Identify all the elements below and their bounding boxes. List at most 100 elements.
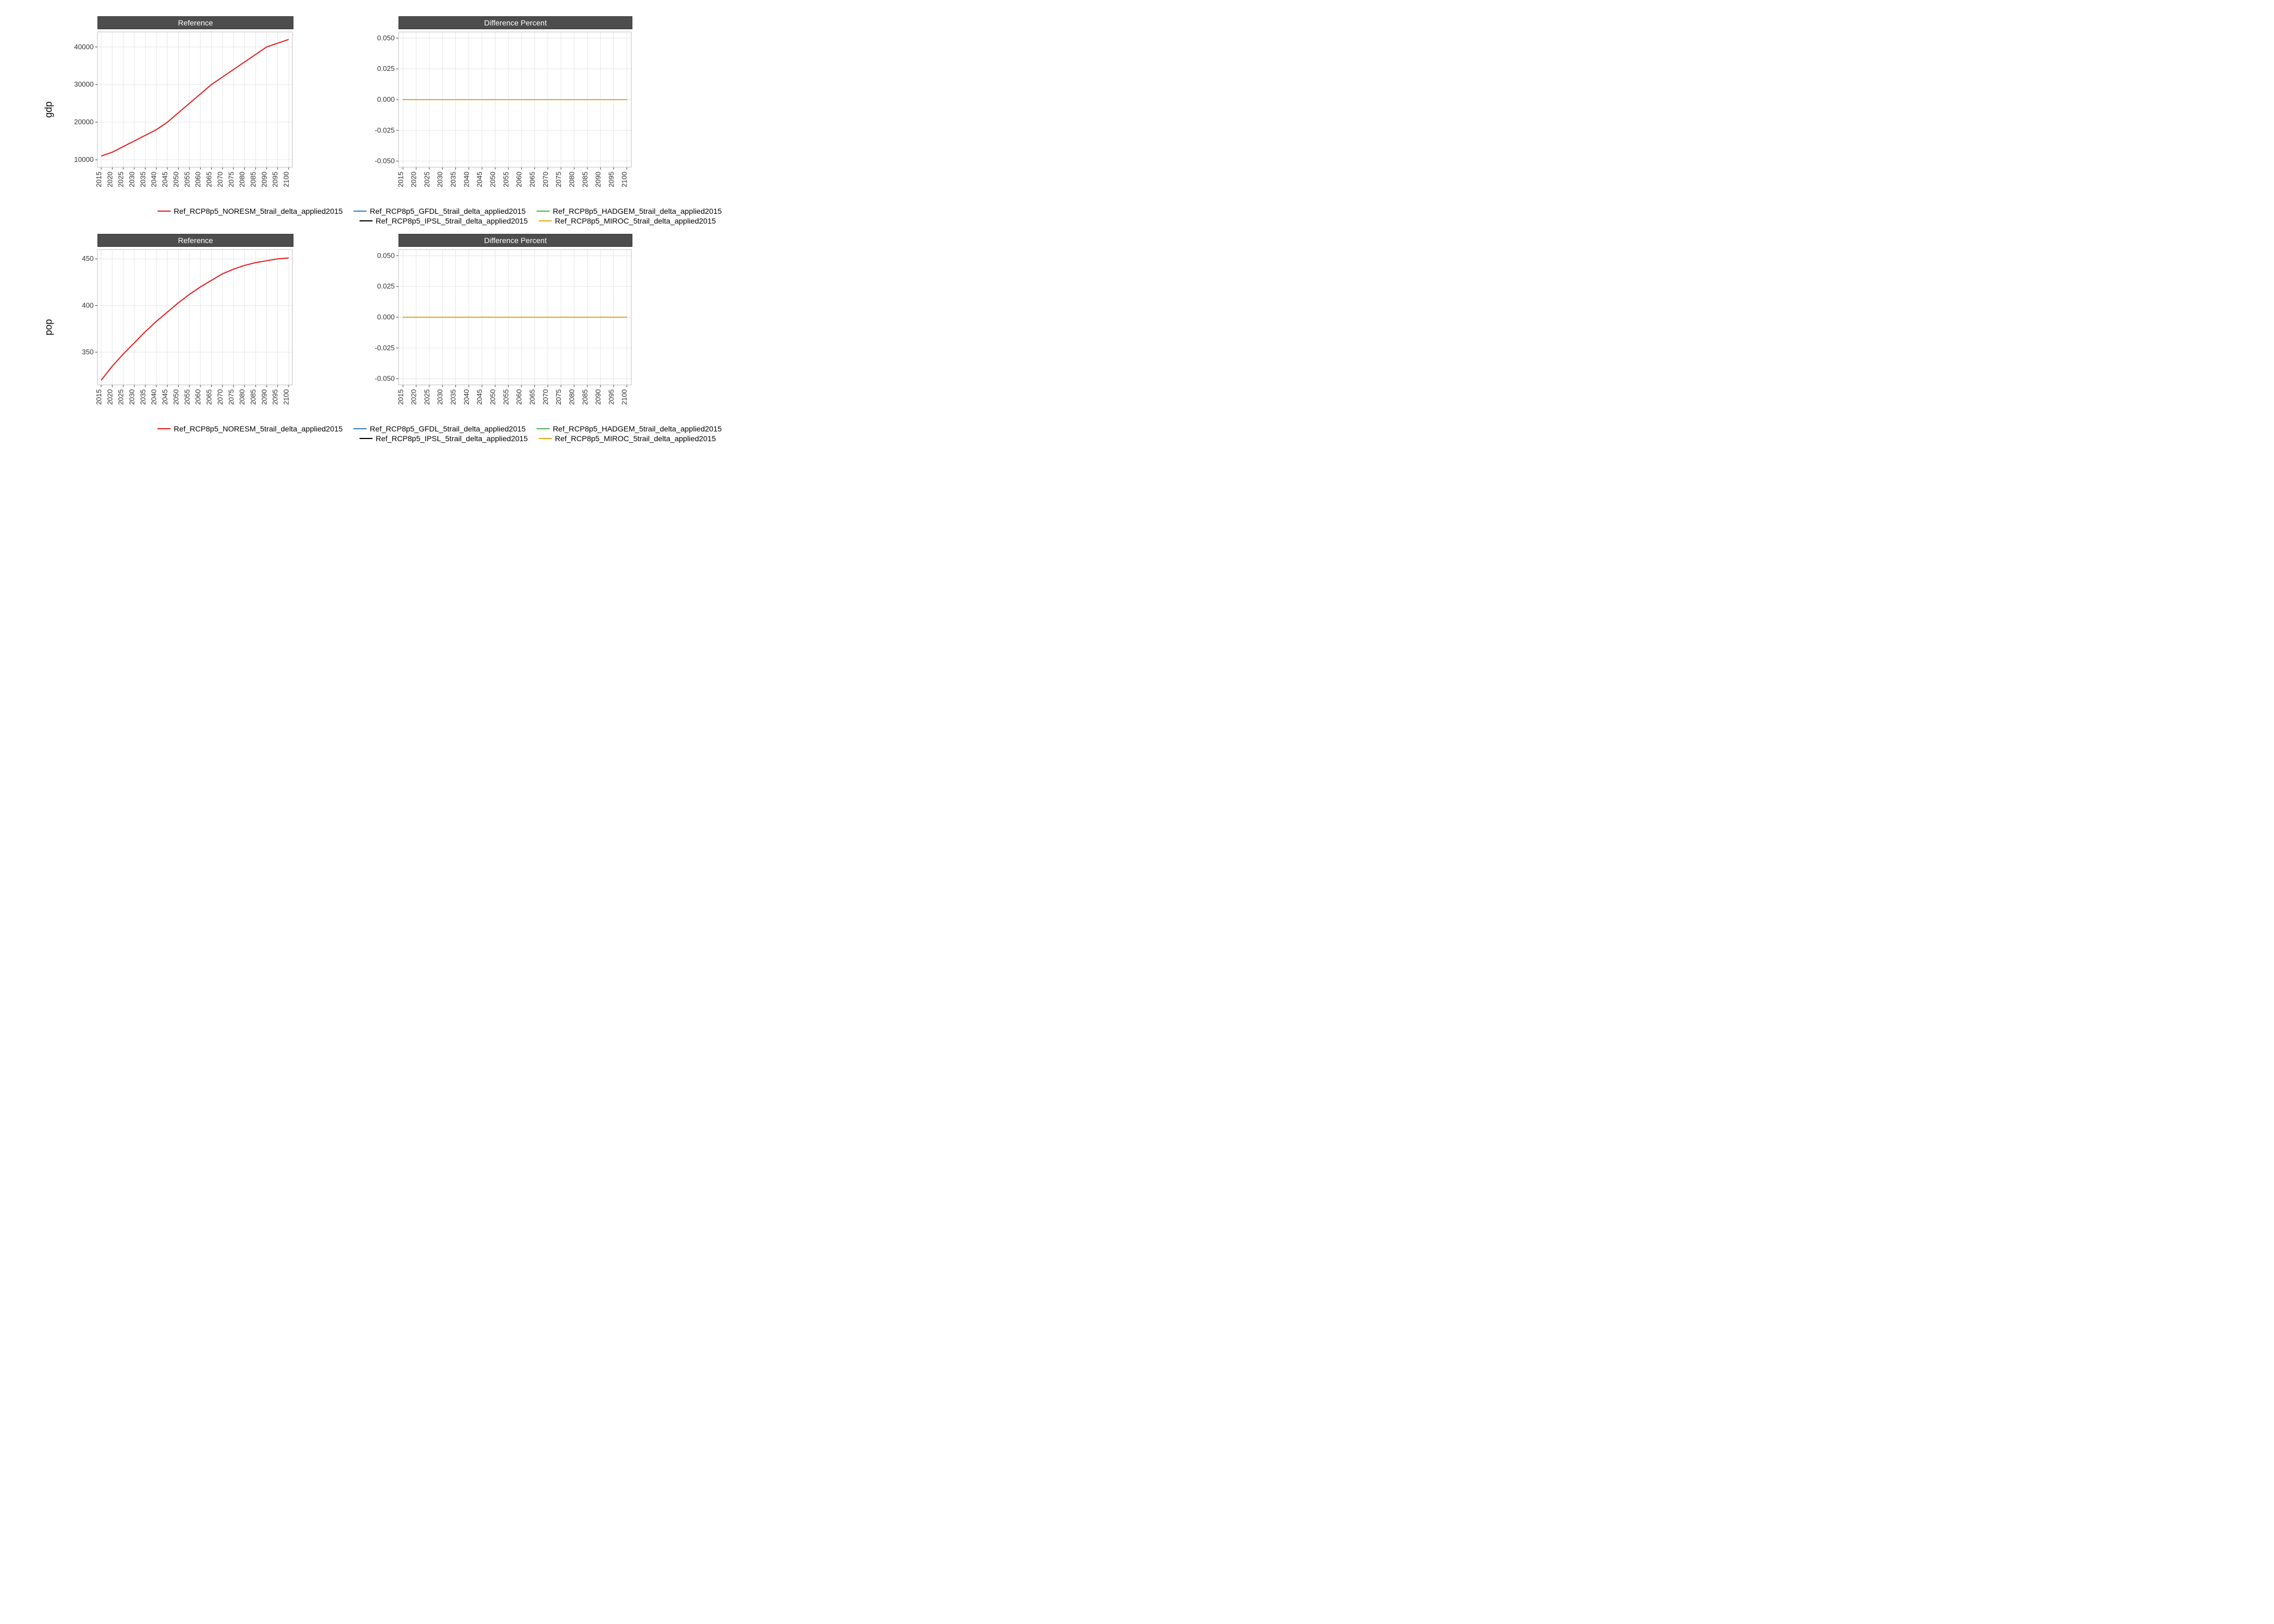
legend-label: Ref_RCP8p5_GFDL_5trail_delta_applied2015 (370, 424, 526, 433)
svg-text:2060: 2060 (194, 172, 202, 187)
legend-swatch (158, 211, 171, 212)
svg-text:2090: 2090 (260, 389, 268, 405)
y-axis-label: gdp (43, 101, 54, 117)
legend-item: Ref_RCP8p5_HADGEM_5trail_delta_applied20… (537, 424, 722, 433)
svg-text:2080: 2080 (238, 389, 246, 405)
svg-text:2035: 2035 (449, 172, 458, 187)
legend-swatch (539, 220, 552, 221)
svg-text:2040: 2040 (462, 172, 471, 187)
svg-text:2085: 2085 (249, 172, 257, 187)
legend-label: Ref_RCP8p5_HADGEM_5trail_delta_applied20… (553, 424, 722, 433)
charts-page: gdpReference1000020000300004000020152020… (0, 0, 790, 558)
svg-text:0.000: 0.000 (377, 313, 395, 321)
legend-item: Ref_RCP8p5_GFDL_5trail_delta_applied2015 (354, 207, 526, 215)
y-axis-label: pop (43, 319, 54, 335)
svg-text:2075: 2075 (554, 389, 563, 405)
svg-text:2015: 2015 (95, 389, 103, 405)
legend-label: Ref_RCP8p5_MIROC_5trail_delta_applied201… (555, 434, 716, 443)
svg-text:2060: 2060 (515, 172, 523, 187)
legend-item: Ref_RCP8p5_NORESM_5trail_delta_applied20… (101, 424, 343, 433)
svg-text:2050: 2050 (489, 172, 497, 187)
svg-text:2070: 2070 (216, 172, 224, 187)
svg-text:2050: 2050 (489, 389, 497, 405)
svg-text:0.025: 0.025 (377, 282, 395, 290)
panel-title: Difference Percent (398, 234, 632, 247)
legend-item: Ref_RCP8p5_HADGEM_5trail_delta_applied20… (537, 207, 722, 215)
svg-text:2075: 2075 (554, 172, 563, 187)
svg-text:-0.025: -0.025 (375, 344, 395, 352)
svg-text:2095: 2095 (271, 389, 279, 405)
svg-text:2095: 2095 (607, 389, 615, 405)
svg-text:2085: 2085 (581, 172, 589, 187)
legend-swatch (360, 220, 373, 221)
svg-text:350: 350 (82, 348, 94, 356)
legend-label: Ref_RCP8p5_NORESM_5trail_delta_applied20… (174, 424, 343, 433)
legend-label: Ref_RCP8p5_NORESM_5trail_delta_applied20… (174, 207, 343, 215)
svg-text:2035: 2035 (449, 389, 458, 405)
svg-text:2025: 2025 (423, 389, 431, 405)
svg-text:2020: 2020 (410, 172, 418, 187)
svg-text:2080: 2080 (238, 172, 246, 187)
svg-text:2015: 2015 (396, 389, 404, 405)
svg-text:2075: 2075 (227, 389, 235, 405)
chart-panel-difference: -0.050 -0.025 0.000 0.025 0.050 2015 2020 2025 2… (361, 247, 635, 420)
legend: Ref_RCP8p5_NORESM_5trail_delta_applied20… (32, 420, 790, 451)
svg-text:2070: 2070 (216, 389, 224, 405)
legend-item: Ref_RCP8p5_IPSL_5trail_delta_applied2015 (360, 434, 528, 443)
legend: Ref_RCP8p5_NORESM_5trail_delta_applied20… (32, 202, 790, 234)
legend-label: Ref_RCP8p5_IPSL_5trail_delta_applied2015 (376, 217, 528, 225)
svg-text:2055: 2055 (502, 389, 510, 405)
svg-text:0.025: 0.025 (377, 64, 395, 73)
svg-text:2020: 2020 (106, 172, 114, 187)
svg-text:2100: 2100 (620, 172, 629, 187)
chart-panel-difference: -0.050-0.0250.0000.0250.0502015202020252… (361, 29, 635, 202)
svg-text:2030: 2030 (436, 389, 444, 405)
svg-text:2085: 2085 (581, 389, 589, 405)
svg-text:2045: 2045 (161, 389, 169, 405)
legend-label: Ref_RCP8p5_GFDL_5trail_delta_applied2015 (370, 207, 526, 215)
panel-title: Reference (97, 16, 293, 29)
svg-text:2040: 2040 (462, 389, 471, 405)
svg-text:-0.050: -0.050 (375, 375, 395, 383)
legend-swatch (537, 211, 550, 212)
svg-text:2025: 2025 (423, 172, 431, 187)
svg-text:450: 450 (82, 254, 94, 263)
legend-swatch (354, 211, 367, 212)
svg-text:2080: 2080 (567, 389, 576, 405)
svg-text:2090: 2090 (594, 389, 602, 405)
svg-text:2070: 2070 (541, 172, 550, 187)
svg-text:2080: 2080 (567, 172, 576, 187)
svg-text:2095: 2095 (271, 172, 279, 187)
svg-text:2045: 2045 (475, 172, 483, 187)
svg-text:2095: 2095 (607, 172, 615, 187)
svg-text:2085: 2085 (249, 389, 257, 405)
legend-swatch (537, 428, 550, 429)
svg-text:2035: 2035 (139, 389, 147, 405)
svg-text:2015: 2015 (95, 172, 103, 187)
legend-item: Ref_RCP8p5_NORESM_5trail_delta_applied20… (101, 207, 343, 215)
legend-item: Ref_RCP8p5_MIROC_5trail_delta_applied201… (539, 434, 716, 443)
svg-text:0.000: 0.000 (377, 95, 395, 103)
svg-text:2070: 2070 (541, 389, 550, 405)
svg-text:2040: 2040 (150, 172, 158, 187)
svg-text:2065: 2065 (528, 172, 536, 187)
svg-text:2090: 2090 (594, 172, 602, 187)
legend-item: Ref_RCP8p5_MIROC_5trail_delta_applied201… (539, 217, 716, 225)
svg-text:30000: 30000 (74, 80, 94, 88)
svg-text:2030: 2030 (436, 172, 444, 187)
svg-text:2050: 2050 (172, 389, 180, 405)
legend-swatch (539, 438, 552, 439)
svg-text:2055: 2055 (183, 172, 191, 187)
svg-text:0.050: 0.050 (377, 251, 395, 259)
legend-item: Ref_RCP8p5_IPSL_5trail_delta_applied2015 (360, 217, 528, 225)
svg-text:2060: 2060 (194, 389, 202, 405)
svg-text:2065: 2065 (528, 389, 536, 405)
svg-text:2020: 2020 (410, 389, 418, 405)
svg-text:2045: 2045 (475, 389, 483, 405)
chart-panel-reference: 1000020000300004000020152020202520302035… (65, 29, 296, 202)
svg-text:2055: 2055 (183, 389, 191, 405)
svg-text:2045: 2045 (161, 172, 169, 187)
svg-text:2025: 2025 (117, 389, 125, 405)
svg-text:20000: 20000 (74, 118, 94, 126)
svg-text:2090: 2090 (260, 172, 268, 187)
